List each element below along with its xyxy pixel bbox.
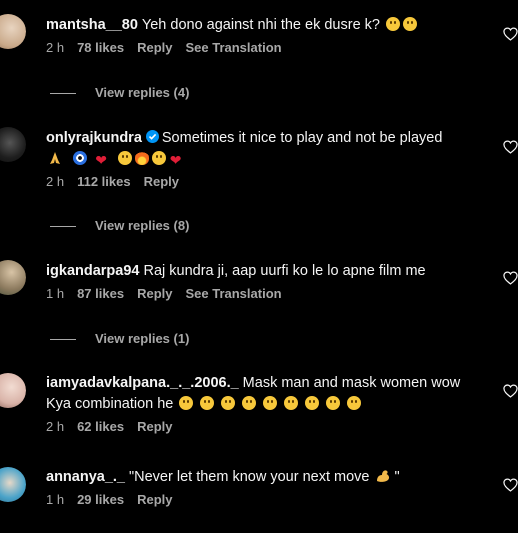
comment-text-end: " [394, 469, 400, 485]
heart-outline-icon[interactable] [503, 271, 518, 285]
heart-outline-icon[interactable] [503, 27, 518, 41]
comment-text: Sometimes it nice to play and not be pla… [161, 130, 443, 146]
heart-outline-icon[interactable] [503, 478, 518, 492]
comment-time: 2 h [46, 40, 65, 55]
avatar[interactable] [0, 467, 26, 502]
comment-meta: 2 h 112 likes Reply [46, 174, 476, 189]
laughing-emoji-icon [178, 396, 193, 410]
comment-username[interactable]: mantsha__80 [46, 17, 138, 33]
comment-likes[interactable]: 87 likes [77, 286, 124, 301]
comment-text: Raj kundra ji, aap uurfi ko le lo apne f… [143, 263, 426, 279]
fire-emoji-icon [134, 151, 149, 165]
comment-likes[interactable]: 62 likes [77, 419, 124, 434]
red-heart-emoji-icon: ❤ [95, 152, 107, 168]
comment-time: 2 h [46, 419, 65, 434]
reply-button[interactable]: Reply [137, 419, 172, 434]
laughing-emoji-icon [199, 396, 214, 410]
comment-likes[interactable]: 29 likes [77, 492, 124, 507]
view-replies-button[interactable]: View replies (4) [50, 85, 189, 100]
reply-button[interactable]: Reply [144, 174, 179, 189]
laughing-emoji-icon [241, 396, 256, 410]
reply-button[interactable]: Reply [137, 40, 172, 55]
view-replies-button[interactable]: View replies (1) [50, 331, 189, 346]
rofl-emoji-icon [151, 151, 166, 165]
comment-time: 2 h [46, 174, 65, 189]
folded-hands-emoji-icon [48, 151, 62, 165]
heart-outline-icon[interactable] [503, 384, 518, 398]
laughing-emoji-icon [220, 396, 235, 410]
replies-divider [50, 93, 76, 95]
comments-list: mantsha__80 Yeh dono against nhi the ek d… [0, 0, 518, 533]
avatar[interactable] [0, 14, 26, 49]
comment-time: 1 h [46, 492, 65, 507]
grinning-face-emoji-icon [117, 151, 132, 165]
comment-meta: 2 h 78 likes Reply See Translation [46, 40, 476, 55]
comment-text: Mask man and mask women wow [242, 375, 461, 391]
comment-username[interactable]: iamyadavkalpana._._.2006._ [46, 375, 239, 391]
avatar[interactable] [0, 127, 26, 162]
laughing-emoji-icon [347, 396, 362, 410]
comment-text: Kya combination he [46, 396, 174, 412]
see-translation-button[interactable]: See Translation [185, 286, 281, 301]
replies-divider [50, 339, 76, 341]
comment-time: 1 h [46, 286, 65, 301]
laughing-emoji-icon [326, 396, 341, 410]
avatar[interactable] [0, 260, 26, 295]
comment-meta: 1 h 29 likes Reply [46, 492, 476, 507]
heart-outline-icon[interactable] [503, 140, 518, 154]
reply-button[interactable]: Reply [137, 286, 172, 301]
rolling-eyes-emoji-icon [385, 17, 400, 31]
comment-likes[interactable]: 112 likes [77, 174, 131, 189]
flexed-biceps-emoji-icon [375, 469, 390, 483]
avatar[interactable] [0, 373, 26, 408]
laughing-emoji-icon [284, 396, 299, 410]
laughing-emoji-icon [305, 396, 320, 410]
replies-divider [50, 226, 76, 228]
comment-likes[interactable]: 78 likes [77, 40, 124, 55]
view-replies-button[interactable]: View replies (8) [50, 218, 189, 233]
nazar-amulet-emoji-icon [73, 151, 88, 165]
see-translation-button[interactable]: See Translation [185, 40, 281, 55]
comment-username[interactable]: onlyrajkundra [46, 130, 142, 146]
comment-text: "Never let them know your next move [129, 469, 370, 485]
comment-meta: 2 h 62 likes Reply [46, 419, 476, 434]
red-heart-emoji-icon: ❤ [169, 152, 182, 168]
comment-text: Yeh dono against nhi the ek dusre k? [141, 17, 380, 33]
verified-badge-icon [145, 130, 159, 143]
reply-button[interactable]: Reply [137, 492, 172, 507]
comment-meta: 1 h 87 likes Reply See Translation [46, 286, 476, 301]
laughing-emoji-icon [263, 396, 278, 410]
comment-username[interactable]: igkandarpa94 [46, 263, 140, 279]
thinking-face-emoji-icon [402, 17, 417, 31]
comment-username[interactable]: annanya_._ [46, 469, 125, 485]
